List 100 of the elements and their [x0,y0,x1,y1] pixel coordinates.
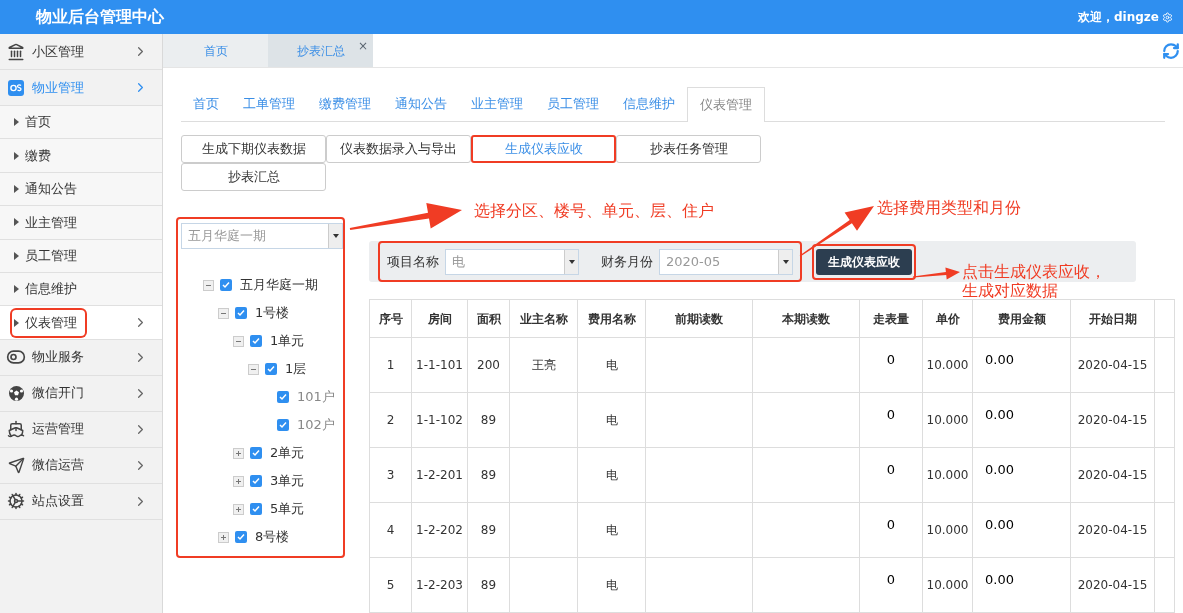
column-header: 费用金额 [972,299,1071,338]
submenu-item[interactable]: 通知公告 [0,172,162,207]
generate-button[interactable]: 生成仪表应收 [816,248,912,275]
collapse-toggle[interactable] [203,279,214,291]
sidebar-item[interactable]: 小区管理 [0,34,162,70]
nav-tab[interactable]: 仪表管理 [687,87,765,122]
sidebar-item[interactable]: 微信开门 [0,375,162,412]
checkbox[interactable] [235,531,247,543]
tree-node-label[interactable]: 3单元 [270,471,305,491]
tree-node-label[interactable]: 2单元 [270,443,305,463]
tree-node-label[interactable]: 五月华庭一期 [240,275,318,295]
column-header: 走表量 [859,299,923,338]
table-cell: 1-1-102 [411,392,468,448]
sidebar-item[interactable]: 微信运营 [0,447,162,484]
table-cell: 1-2-203 [411,557,468,613]
table-cell: 10.000 [922,557,973,613]
settings-icon[interactable] [1162,11,1173,23]
function-button[interactable]: 抄表任务管理 [616,135,761,163]
nav-tab[interactable]: 员工管理 [535,87,611,121]
collapse-toggle[interactable] [233,335,244,347]
dropdown-arrow-icon [568,259,575,264]
table-cell: 0 [859,337,923,393]
sidebar-item[interactable]: 运营管理 [0,411,162,448]
table-cell: 电 [577,557,646,613]
table-cell: 10.000 [922,392,973,448]
checkmark-icon [237,309,245,317]
checkmark-icon [222,281,230,289]
table-cell: 200 [467,337,510,393]
function-button[interactable]: 生成下期仪表数据 [181,135,326,163]
badge-icon [8,79,24,96]
column-header: 序号 [369,299,412,338]
checkbox[interactable] [220,279,232,291]
checkbox[interactable] [235,307,247,319]
expand-toggle[interactable] [218,531,229,543]
expand-toggle[interactable] [233,447,244,459]
column-header: 单价 [922,299,973,338]
expand-toggle[interactable] [233,475,244,487]
tree-node-label[interactable]: 101户 [297,387,335,407]
nav-tab[interactable]: 首页 [181,87,231,121]
column-header: 费用名称 [577,299,646,338]
checkbox[interactable] [250,335,262,347]
checkbox[interactable] [250,475,262,487]
table-cell: 0 [859,392,923,448]
submenu-item[interactable]: 仪表管理 [0,306,162,340]
column-header: 前期读数 [645,299,753,338]
sidebar-item[interactable]: 物业服务 [0,339,162,376]
submenu-item[interactable]: 业主管理 [0,206,162,240]
nav-tab[interactable]: 通知公告 [383,87,459,121]
checkmark-icon [252,477,260,485]
table-cell: 10.000 [922,337,973,393]
close-tab-button[interactable]: × [357,40,368,52]
submenu-item[interactable]: 信息维护 [0,272,162,307]
table-cell: 4 [369,502,412,558]
table-cell: 0.00 [972,392,1071,448]
function-button[interactable]: 生成仪表应收 [471,135,616,163]
table-cell: 89 [467,502,510,558]
tree-node-label[interactable]: 1层 [285,359,307,379]
table-cell: 0.00 [972,447,1071,503]
function-button[interactable]: 仪表数据录入与导出 [326,135,471,163]
nav-tab[interactable]: 信息维护 [611,87,687,121]
table-cell [509,502,578,558]
tree-node-label[interactable]: 8号楼 [255,527,290,547]
table-cell: 0 [859,502,923,558]
table-cell: 10.000 [922,502,973,558]
table-cell: 0.00 [972,557,1071,613]
checkbox[interactable] [277,391,289,403]
table-cell: 1 [369,337,412,393]
sidebar-item[interactable]: 站点设置 [0,483,162,520]
ship-icon [7,420,25,439]
tree-node-label[interactable]: 1号楼 [255,303,290,323]
table-cell: 2 [369,392,412,448]
checkbox[interactable] [250,503,262,515]
table-cell: 0 [859,557,923,613]
checkbox[interactable] [277,419,289,431]
submenu-item[interactable]: 员工管理 [0,239,162,273]
expand-toggle[interactable] [233,503,244,515]
refresh-icon[interactable] [1162,41,1180,60]
collapse-toggle[interactable] [218,307,229,319]
nav-tab[interactable]: 缴费管理 [307,87,383,121]
checkmark-icon [279,421,287,429]
table-cell: 89 [467,392,510,448]
nav-tab[interactable]: 业主管理 [459,87,535,121]
tree-node-label[interactable]: 102户 [297,415,335,435]
collapse-toggle[interactable] [248,363,259,375]
tree-node-label[interactable]: 1单元 [270,331,305,351]
table-cell [509,557,578,613]
function-button[interactable]: 抄表汇总 [181,163,326,191]
table-cell: 2020-04-15 [1070,502,1155,558]
caret-icon [14,318,19,327]
nav-tab[interactable]: 工单管理 [231,87,307,121]
submenu-item[interactable]: 首页 [0,106,162,140]
submenu-item[interactable]: 缴费 [0,139,162,173]
checkmark-icon [267,365,275,373]
ball-icon [7,384,25,402]
table-cell: 2020-04-15 [1070,447,1155,503]
checkbox[interactable] [265,363,277,375]
checkbox[interactable] [250,447,262,459]
page-tab[interactable]: 抄表汇总 × [268,34,373,67]
field-label: 财务月份 [601,252,653,271]
tree-node-label[interactable]: 5单元 [270,499,305,519]
